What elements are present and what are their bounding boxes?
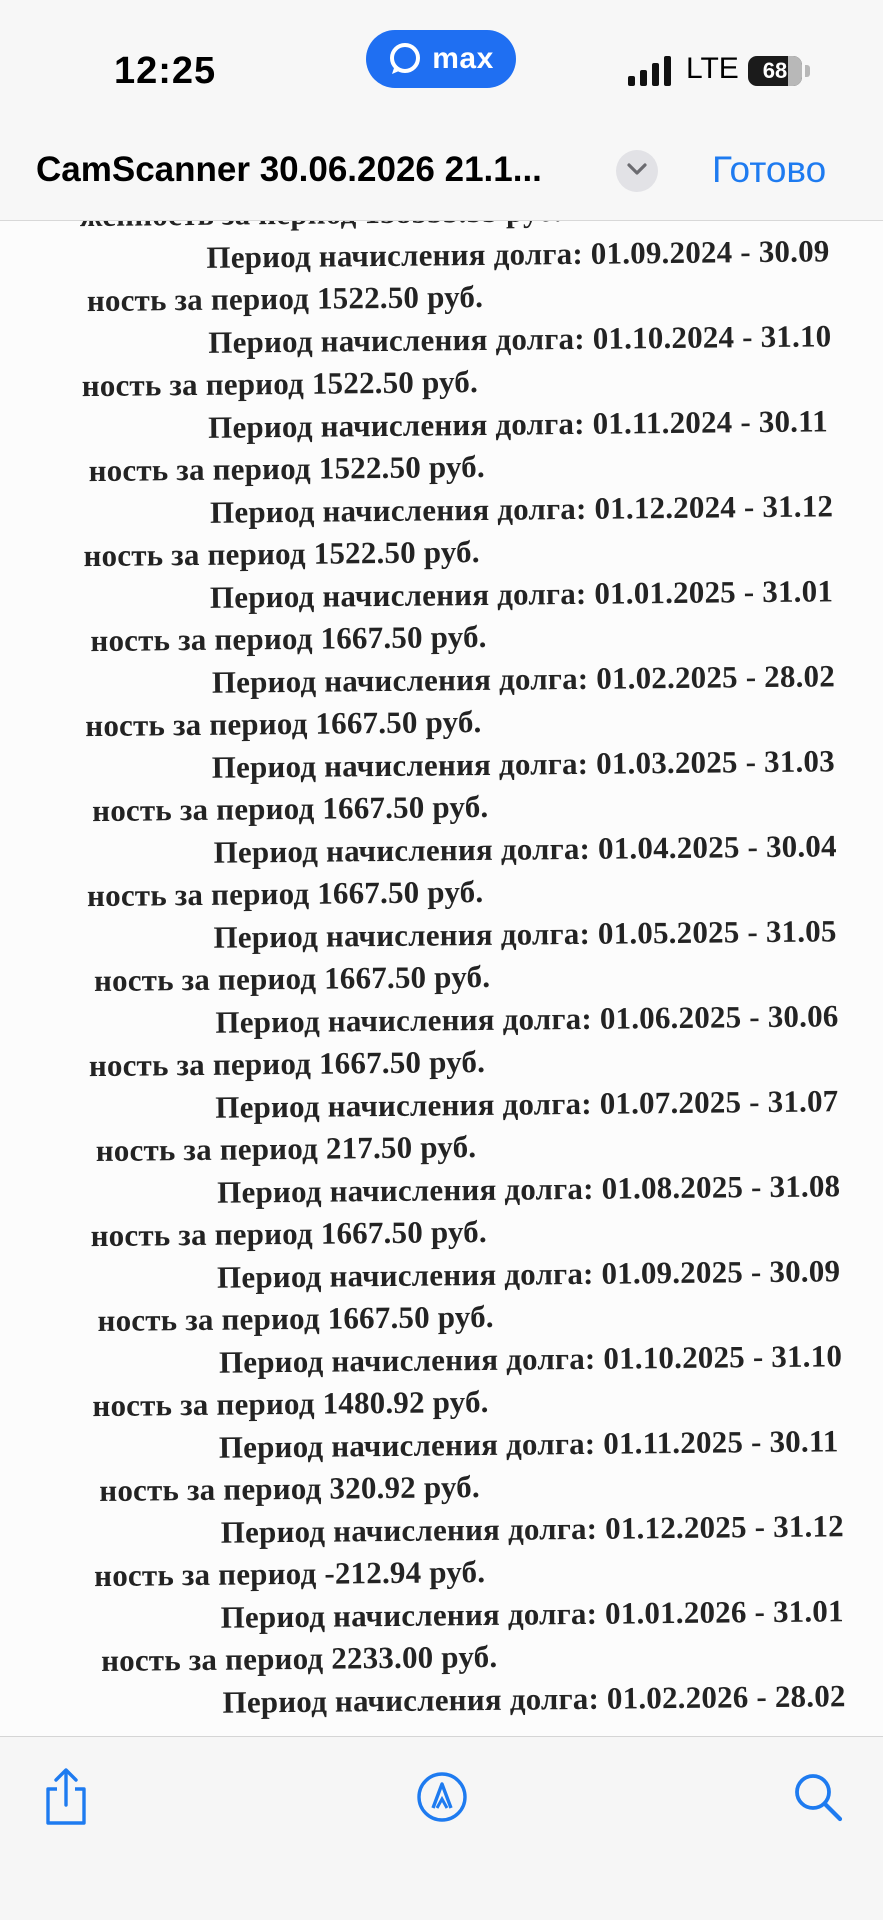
debt-amount-line: ность за период 1667.50 руб.	[85, 703, 482, 744]
debt-period-line: Период начисления долга: 01.07.2025 - 31…	[215, 1082, 839, 1125]
debt-period-line: Период начисления долга: 01.11.2024 - 30…	[207, 402, 829, 445]
debt-period-line: Период начисления долга: 01.01.2025 - 31…	[209, 572, 834, 615]
nav-bar: CamScanner 30.06.2026 21.1... Готово	[0, 130, 883, 221]
debt-period-line: Период начисления долга: 01.10.2024 - 31…	[208, 317, 832, 360]
markup-icon	[416, 1771, 468, 1828]
debt-amount-line: ность за период -212.94 руб.	[94, 1553, 486, 1594]
debt-amount-line: ность за период 1667.50 руб.	[91, 788, 489, 829]
debt-amount-line: ность за период 2233.00 руб.	[100, 1638, 498, 1679]
battery-level: 68	[762, 58, 788, 83]
search-button[interactable]	[786, 1767, 850, 1831]
debt-period-line: Период начисления долга: 01.09.2025 - 30…	[216, 1252, 841, 1295]
document-viewer[interactable]: женность за период 138533.33 руб.Период …	[0, 221, 883, 1736]
debt-amount-line: ность за период 1522.50 руб.	[88, 448, 486, 489]
debt-period-line: Период начисления долга: 01.03.2025 - 31…	[211, 742, 836, 785]
debt-amount-line: ность за период 1667.50 руб.	[97, 1298, 494, 1339]
carrier-pill[interactable]: max	[366, 30, 516, 88]
debt-period-line: Период начисления долга: 01.02.2025 - 28…	[211, 657, 836, 700]
chevron-down-icon	[626, 162, 648, 181]
debt-period-line: Период начисления долга: 01.05.2025 - 31…	[213, 912, 837, 955]
debt-period-line: Период начисления долга: 01.12.2025 - 31…	[220, 1507, 845, 1550]
share-icon	[40, 1767, 92, 1832]
debt-amount-line: ность за период 1480.92 руб.	[92, 1383, 489, 1424]
bottom-toolbar	[0, 1736, 883, 1920]
debt-period-line: Период начисления долга: 01.06.2025 - 30…	[215, 997, 839, 1040]
debt-amount-line: ность за период 1667.50 руб.	[90, 618, 487, 659]
debt-period-line: Период начисления долга: 01.10.2025 - 31…	[218, 1337, 843, 1380]
search-icon	[792, 1771, 844, 1828]
debt-period-line: Период начисления долга: 01.01.2026 - 31…	[220, 1592, 844, 1635]
chat-bubble-icon	[388, 42, 422, 76]
signal-icon	[628, 56, 672, 86]
debt-amount-line: ность за период 1667.50 руб.	[93, 958, 491, 999]
status-time: 12:25	[114, 50, 217, 92]
done-button[interactable]: Готово	[712, 149, 826, 191]
debt-amount-line: ность за период 217.50 руб.	[95, 1129, 477, 1169]
debt-amount-line: ность за период 1667.50 руб.	[88, 1043, 486, 1084]
battery-icon: 68	[748, 56, 810, 86]
debt-amount-line: ность за период 1522.50 руб.	[83, 533, 480, 574]
markup-button[interactable]	[410, 1767, 474, 1831]
debt-amount-line: женность за период 138533.33 руб.	[80, 221, 562, 234]
debt-amount-line: ность за период 1667.50 руб.	[90, 1213, 488, 1254]
debt-amount-line: ность за период 1667.50 руб.	[86, 873, 484, 914]
debt-period-line: Период начисления долга: 01.08.2025 - 31…	[216, 1167, 841, 1210]
debt-period-line: Период начисления долга: 01.12.2024 - 31…	[209, 487, 834, 530]
share-button[interactable]	[34, 1767, 98, 1831]
network-type: LTE	[686, 52, 739, 85]
carrier-label: max	[432, 42, 494, 75]
document-page: женность за период 138533.33 руб.Период …	[0, 221, 883, 1736]
status-bar: 12:25 max LTE 68	[0, 0, 883, 130]
debt-period-line: Период начисления долга: 01.09.2024 - 30…	[206, 232, 830, 275]
document-title[interactable]: CamScanner 30.06.2026 21.1...	[36, 150, 602, 190]
debt-amount-line: ность за период 1522.50 руб.	[86, 278, 484, 319]
title-menu-button[interactable]	[616, 150, 658, 192]
debt-amount-line: ность за период 320.92 руб.	[99, 1469, 481, 1509]
debt-period-line: Период начисления долга: 01.11.2025 - 30…	[218, 1422, 839, 1465]
debt-period-line: Период начисления долга: 01.04.2025 - 30…	[213, 827, 837, 870]
debt-amount-line: ность за период 1522.50 руб.	[81, 364, 479, 404]
debt-period-line: Период начисления долга: 01.02.2026 - 28…	[222, 1677, 846, 1720]
